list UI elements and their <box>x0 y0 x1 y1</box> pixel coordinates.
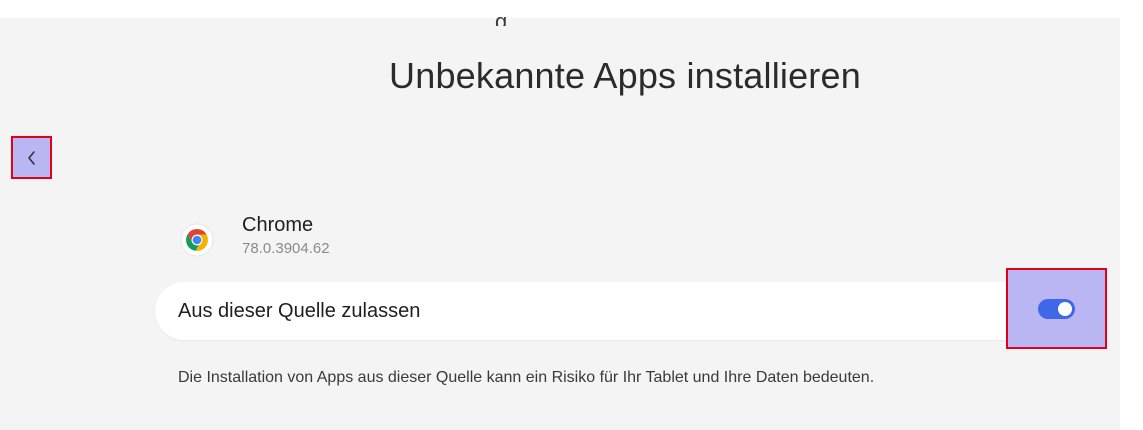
allow-from-source-row[interactable]: Aus dieser Quelle zulassen <box>155 282 1095 340</box>
cut-off-text: g <box>495 10 508 26</box>
warning-text: Die Installation von Apps aus dieser Que… <box>178 369 875 386</box>
chrome-icon <box>180 223 214 256</box>
toggle-track <box>1038 298 1075 319</box>
settings-screen: g Unbekannte Apps installieren Chrome 78… <box>0 10 1120 430</box>
app-version: 78.0.3904.62 <box>242 240 330 257</box>
allow-source-toggle[interactable] <box>1006 268 1107 349</box>
toggle-knob <box>1058 301 1072 316</box>
setting-label: Aus dieser Quelle zulassen <box>178 300 421 322</box>
back-button[interactable] <box>11 136 52 179</box>
app-text: Chrome 78.0.3904.62 <box>242 214 330 257</box>
app-info: Chrome 78.0.3904.62 <box>180 214 330 257</box>
app-name: Chrome <box>242 214 314 236</box>
chevron-left-icon <box>27 150 35 165</box>
page-title: Unbekannte Apps installieren <box>389 55 861 96</box>
